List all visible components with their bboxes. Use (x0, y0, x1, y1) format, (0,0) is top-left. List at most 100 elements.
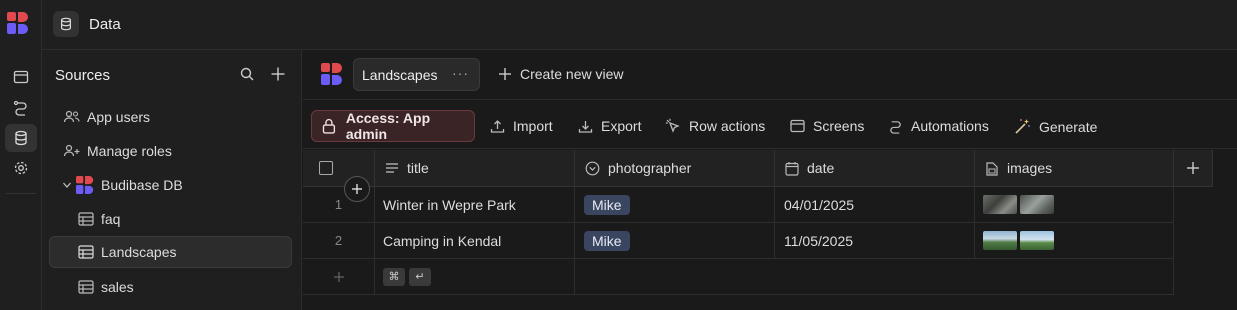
cursor-click-icon (665, 118, 680, 133)
import-icon (490, 119, 505, 133)
option-pill: Mike (584, 194, 630, 215)
table-icon (78, 212, 94, 226)
select-all-checkbox[interactable] (319, 161, 333, 175)
add-source-icon[interactable] (270, 66, 286, 85)
source-item-faq[interactable]: faq (49, 203, 292, 235)
sources-panel: Sources App users Manage roles Budibase (42, 50, 302, 310)
table-icon (78, 280, 94, 294)
shortcut-key: ⌘ (383, 267, 405, 286)
image-thumbnail[interactable] (1020, 195, 1054, 214)
search-icon[interactable] (239, 66, 255, 85)
column-label: photographer (608, 160, 692, 176)
view-bar: Landscapes ··· Create new view (303, 50, 1237, 100)
options-icon (585, 161, 600, 175)
chevron-down-icon[interactable] (62, 180, 72, 190)
screens-button[interactable]: Screens (790, 118, 864, 134)
new-row-cell[interactable] (575, 259, 1174, 295)
sources-heading: Sources (55, 67, 111, 84)
cell-title[interactable]: Camping in Kendal (375, 223, 575, 259)
automation-icon (890, 120, 901, 134)
database-icon[interactable] (53, 11, 79, 37)
column-header-date[interactable]: date (775, 150, 975, 187)
create-view-label: Create new view (520, 66, 624, 82)
shortcut-key: ↵ (409, 267, 431, 286)
page-title: Data (89, 16, 121, 33)
screen-icon (790, 119, 805, 133)
main-area: Landscapes ··· Create new view Access: A… (303, 50, 1237, 310)
text-icon (386, 163, 398, 173)
export-label: Export (601, 118, 642, 134)
calendar-icon (785, 161, 799, 176)
import-label: Import (513, 118, 553, 134)
access-button[interactable]: Access: App admin (311, 110, 475, 142)
budibase-logo-icon[interactable] (7, 12, 29, 37)
cell-date[interactable]: 11/05/2025 (775, 223, 975, 259)
icon-rail (0, 0, 42, 310)
toolbar: Access: App admin Import Export Row acti… (303, 101, 1237, 149)
new-row-shortcut-hint: ⌘ ↵ (375, 259, 575, 295)
add-row-button[interactable] (303, 259, 375, 295)
rail-divider (6, 193, 36, 194)
column-header-images[interactable]: images (975, 150, 1174, 187)
budibase-logo-icon (76, 176, 94, 194)
column-label: title (407, 160, 429, 176)
cell-images[interactable] (975, 223, 1174, 259)
image-thumbnail[interactable] (983, 231, 1017, 250)
budibase-db-icon (321, 62, 343, 89)
cell-photographer[interactable]: Mike (575, 187, 775, 223)
view-tab-landscapes[interactable]: Landscapes ··· (353, 58, 480, 91)
plus-icon (333, 271, 344, 282)
cell-date[interactable]: 04/01/2025 (775, 187, 975, 223)
source-item-label: Manage roles (87, 143, 172, 159)
source-item-label: App users (87, 109, 151, 125)
screens-label: Screens (813, 118, 865, 134)
data-icon[interactable] (5, 124, 37, 152)
column-label: date (807, 160, 835, 176)
plus-icon (499, 68, 511, 80)
cell-photographer[interactable]: Mike (575, 223, 775, 259)
settings-icon[interactable] (5, 154, 37, 182)
automations-button[interactable]: Automations (888, 118, 989, 134)
row-actions-label: Row actions (689, 118, 766, 134)
source-item-label: faq (101, 211, 121, 227)
image-thumbnail[interactable] (983, 195, 1017, 214)
source-item-app-users[interactable]: App users (49, 101, 292, 133)
export-button[interactable]: Export (578, 118, 641, 134)
users-icon (63, 110, 81, 124)
automations-label: Automations (911, 118, 989, 134)
column-label: images (1007, 160, 1053, 176)
create-view-button[interactable]: Create new view (498, 66, 624, 82)
generate-button[interactable]: Generate (1014, 118, 1097, 135)
attachment-icon (986, 161, 998, 176)
access-label: Access: App admin (345, 110, 431, 142)
image-thumbnail[interactable] (1020, 231, 1054, 250)
generate-label: Generate (1039, 118, 1098, 135)
design-icon[interactable] (5, 63, 37, 91)
view-tab-label: Landscapes (362, 67, 438, 83)
magic-wand-icon (1015, 119, 1030, 134)
user-plus-icon (63, 144, 81, 158)
source-item-sales[interactable]: sales (49, 271, 292, 303)
source-item-label: Landscapes (101, 244, 177, 260)
cell-images[interactable] (975, 187, 1174, 223)
source-item-manage-roles[interactable]: Manage roles (49, 135, 292, 167)
source-item-label: sales (101, 279, 134, 295)
automation-icon[interactable] (5, 94, 37, 122)
import-button[interactable]: Import (490, 118, 553, 134)
cell-title[interactable]: Winter in Wepre Park (375, 187, 575, 223)
column-header-title[interactable]: title (375, 150, 575, 187)
plus-icon (1187, 162, 1199, 174)
table-icon (78, 245, 94, 259)
add-column-button[interactable] (1174, 150, 1213, 187)
top-bar: Data (42, 0, 1237, 50)
column-header-photographer[interactable]: photographer (575, 150, 775, 187)
more-icon[interactable]: ··· (452, 65, 469, 81)
export-icon (578, 120, 593, 133)
option-pill: Mike (584, 230, 630, 251)
lock-icon (322, 118, 336, 134)
row-actions-button[interactable]: Row actions (665, 118, 765, 134)
source-item-landscapes[interactable]: Landscapes (49, 236, 292, 268)
add-row-floating-button[interactable] (344, 176, 370, 202)
source-item-label: Budibase DB (101, 177, 183, 193)
source-item-budibase-db[interactable]: Budibase DB (49, 169, 292, 201)
